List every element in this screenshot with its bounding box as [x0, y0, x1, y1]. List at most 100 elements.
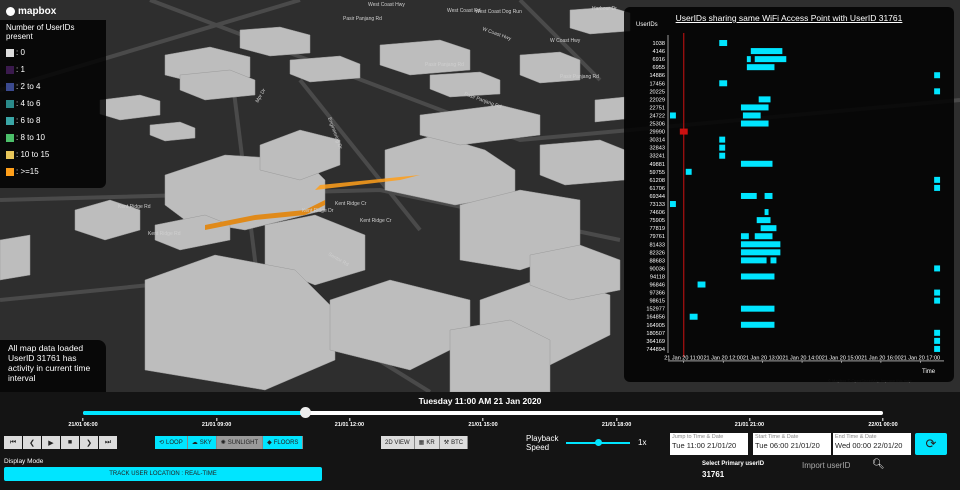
toggle-loop[interactable]: ⟲ LOOP	[155, 436, 188, 449]
y-tick-label: 94118	[650, 274, 665, 280]
y-tick-label: 74606	[649, 210, 665, 216]
gantt-bar[interactable]	[758, 96, 771, 103]
status-text: All map data loaded UserID 31761 has act…	[8, 343, 91, 383]
gantt-bar[interactable]	[754, 56, 787, 63]
stop-button[interactable]: ■	[61, 436, 79, 449]
gantt-bar[interactable]	[934, 337, 941, 344]
toggle-btc[interactable]: ⚒ BTC	[439, 436, 469, 449]
time-slider[interactable]	[83, 407, 883, 418]
gantt-bar[interactable]	[934, 265, 941, 272]
previous-button[interactable]: ❮	[23, 436, 41, 449]
gantt-bar[interactable]	[740, 233, 749, 240]
gantt-bar[interactable]	[669, 112, 676, 119]
gantt-bar[interactable]	[740, 120, 769, 127]
next-button[interactable]: ❯	[80, 436, 98, 449]
mapbox-logo-icon	[6, 7, 15, 16]
toggle-kr[interactable]: ▦ KR	[414, 436, 440, 449]
gantt-bar[interactable]	[740, 160, 773, 167]
road-label: W Coast Hwy	[550, 38, 581, 44]
playback-buttons: ⏮ ❮ ▶ ■ ❯ ⏭	[4, 436, 117, 449]
select-user-value[interactable]: 31761	[702, 470, 724, 479]
gantt-bar[interactable]	[719, 152, 726, 159]
start-datetime-field[interactable]: Start Time & Date Tue 06:00 21/01/20	[753, 433, 831, 455]
road-label: Mpr Dr	[255, 87, 268, 104]
playback-speed-label: Playback Speed	[526, 434, 559, 452]
gantt-bar[interactable]	[934, 184, 941, 191]
gantt-bar[interactable]	[746, 64, 775, 71]
y-tick-label: 96846	[649, 283, 665, 289]
end-caption: End Time & Date	[835, 434, 877, 440]
gantt-bar[interactable]	[740, 241, 781, 248]
gantt-bar[interactable]	[719, 40, 728, 47]
timeline-tick: 21/01 15:00	[468, 418, 497, 428]
gantt-bar[interactable]	[934, 72, 941, 79]
track-user-location-button[interactable]: TRACK USER LOCATION : REAL-TIME	[4, 467, 322, 481]
y-tick-label: 69344	[649, 194, 665, 200]
legend-label: : 2 to 4	[16, 82, 41, 91]
legend-panel: Number of UserIDs present : 0: 1: 2 to 4…	[0, 20, 106, 188]
status-box: All map data loaded UserID 31761 has act…	[0, 340, 106, 392]
gantt-bar[interactable]	[934, 329, 941, 336]
time-slider-thumb[interactable]	[299, 407, 311, 418]
gantt-bar[interactable]	[719, 80, 728, 87]
reset-button[interactable]: ⟳	[915, 433, 947, 455]
gantt-bar[interactable]	[770, 257, 777, 264]
gantt-bar[interactable]	[740, 249, 781, 256]
gantt-bar[interactable]	[934, 345, 941, 352]
gantt-bar[interactable]	[742, 112, 761, 119]
skip-start-button[interactable]: ⏮	[4, 436, 22, 449]
y-tick-label: 164856	[646, 315, 665, 321]
legend-title: Number of UserIDs present	[6, 23, 75, 41]
y-tick-label: 98615	[649, 299, 665, 305]
gantt-bar[interactable]	[689, 313, 698, 320]
end-value: Wed 00:00 22/01/20	[835, 441, 903, 450]
skip-end-button[interactable]: ⏭	[99, 436, 117, 449]
import-userid-input[interactable]: Import userID	[802, 461, 850, 470]
x-tick-label: 21 Jan 20 11:00	[664, 355, 703, 361]
gantt-bar[interactable]	[697, 281, 706, 288]
legend-label: : >=15	[16, 167, 39, 176]
y-tick-label: 61706	[649, 186, 665, 192]
gantt-bar[interactable]	[756, 217, 771, 224]
gantt-bar[interactable]	[934, 297, 941, 304]
gantt-bar[interactable]	[740, 305, 775, 312]
gantt-bar[interactable]	[669, 201, 676, 208]
playback-speed-thumb[interactable]	[595, 439, 602, 446]
gantt-bar[interactable]	[719, 144, 726, 151]
gantt-bar[interactable]	[685, 168, 692, 175]
gantt-bar[interactable]	[760, 225, 777, 232]
gantt-bar[interactable]	[934, 88, 941, 95]
toggle-floors[interactable]: ◆ FLOORS	[263, 436, 304, 449]
gantt-bar[interactable]	[750, 48, 783, 55]
legend-swatch	[6, 167, 14, 176]
y-tick-label: 90036	[649, 266, 665, 272]
gantt-bar[interactable]	[740, 104, 769, 111]
control-bar: Tuesday 11:00 AM 21 Jan 2020 21/01 06:00…	[0, 392, 960, 490]
gantt-bar[interactable]	[740, 257, 767, 264]
gantt-bar[interactable]	[764, 209, 769, 216]
gantt-bar[interactable]	[934, 289, 941, 296]
start-value: Tue 06:00 21/01/20	[755, 441, 820, 450]
gantt-bar[interactable]	[740, 321, 775, 328]
toggle-icon: ◆	[267, 440, 272, 446]
toggle-2d-view[interactable]: 2D VIEW	[381, 436, 415, 449]
gantt-bar[interactable]	[764, 192, 773, 199]
gantt-chart[interactable]: 1038 4146 6916 6955 14886 17456 20225 22029 2275…	[624, 7, 954, 382]
y-tick-label: 364169	[646, 339, 665, 345]
end-datetime-field[interactable]: End Time & Date Wed 00:00 22/01/20	[833, 433, 911, 455]
gantt-bar[interactable]	[754, 233, 773, 240]
road-label: Kent Ridge Dr	[302, 208, 334, 214]
road-label: West Coast Hwy	[368, 2, 405, 8]
gantt-bar[interactable]	[934, 176, 941, 183]
toggle-sunlight[interactable]: ✺ SUNLIGHT	[216, 436, 264, 449]
y-tick-label: 24722	[649, 113, 665, 119]
legend-swatch	[6, 99, 14, 108]
toggle-sky[interactable]: ☁ SKY	[187, 436, 217, 449]
play-button[interactable]: ▶	[42, 436, 60, 449]
jump-to-datetime-field[interactable]: Jump to Time & Date Tue 11:00 21/01/20	[670, 433, 748, 455]
gantt-bar[interactable]	[740, 192, 757, 199]
gantt-bar[interactable]	[719, 136, 726, 143]
search-icon[interactable]: 🔍︎	[872, 459, 885, 470]
gantt-bar[interactable]	[740, 273, 775, 280]
gantt-bar[interactable]	[746, 56, 751, 63]
